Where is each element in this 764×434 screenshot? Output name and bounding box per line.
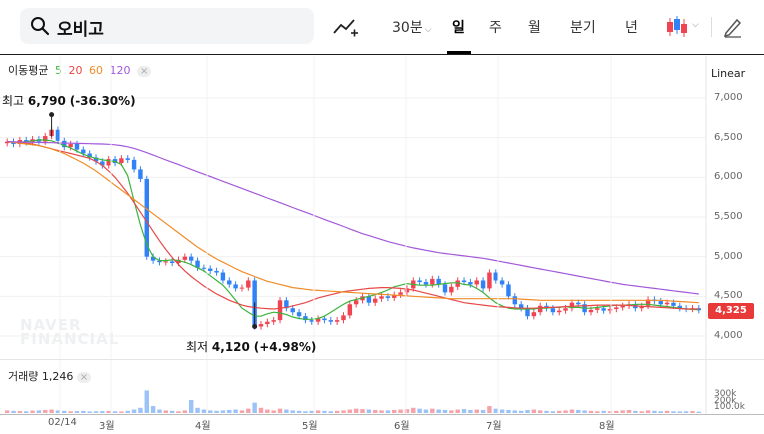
high-marker [49, 112, 55, 118]
candle [601, 308, 606, 311]
candle [671, 302, 676, 306]
candle [265, 321, 270, 325]
candle [480, 280, 486, 289]
candle [658, 301, 663, 305]
candle [588, 309, 594, 313]
candle [214, 270, 219, 273]
y-tick-label: 4,500 [714, 290, 743, 302]
y-tick-label: 6,000 [714, 171, 743, 183]
volume-panel [0, 359, 764, 416]
candle [436, 278, 441, 285]
x-tick-label: 4월 [195, 421, 211, 432]
candle [220, 272, 226, 281]
candle [201, 267, 207, 269]
candle [119, 158, 124, 164]
volume-value: 1,246 [41, 370, 74, 383]
low-annotation: 최저 4,120 (+4.98%) [186, 338, 316, 355]
candle [334, 320, 340, 322]
candle [125, 158, 130, 160]
candle [271, 320, 276, 322]
candle [341, 315, 346, 321]
candle [423, 282, 429, 285]
candle [309, 320, 314, 322]
candle [163, 261, 169, 263]
y-tick-label: 4,000 [714, 330, 743, 341]
high-value: 6,790 [27, 94, 66, 108]
y-tick-label: 7,000 [714, 92, 743, 103]
y-tick-label: 5,500 [714, 211, 743, 222]
candle [258, 324, 264, 327]
candle [474, 280, 479, 285]
candle [328, 320, 334, 322]
candle [385, 296, 391, 298]
candle [620, 305, 625, 308]
candle [550, 308, 556, 313]
volume-legend: 거래량 1,246 × [8, 368, 92, 384]
candle [372, 298, 378, 303]
candle [576, 302, 581, 305]
candle [449, 286, 454, 293]
candle [277, 300, 283, 321]
x-tick-label: 8월 [599, 421, 615, 432]
close-icon[interactable]: × [76, 372, 92, 383]
candle [499, 280, 505, 285]
candle [290, 308, 295, 313]
low-change: (+4.98%) [253, 340, 317, 354]
candle [233, 284, 238, 289]
high-label: 최고 [2, 94, 25, 108]
high-change: (-36.30%) [69, 94, 136, 108]
candle [246, 280, 251, 288]
candle [188, 256, 194, 261]
candle [138, 169, 143, 179]
candle [398, 292, 403, 295]
candle [379, 296, 384, 299]
x-tick-label: 02/14 [48, 417, 77, 428]
x-tick-label: 6월 [394, 421, 410, 432]
low-value: 4,120 [211, 340, 250, 354]
candle [442, 284, 448, 293]
candle [531, 312, 537, 317]
candle [296, 312, 302, 317]
candle [512, 296, 518, 305]
high-annotation: 최고 6,790 (-36.30%) [2, 92, 136, 109]
candle [182, 256, 188, 260]
candle [595, 308, 600, 310]
x-tick-label: 3월 [99, 421, 115, 432]
candle [131, 159, 137, 170]
candle [487, 272, 492, 289]
candle [664, 302, 670, 305]
candle [430, 278, 435, 285]
volume-tick: 100.0k [714, 402, 745, 412]
candle [461, 280, 467, 283]
y-tick-label: 6,500 [714, 131, 743, 143]
candle [614, 307, 619, 310]
candle [468, 282, 473, 285]
candle [353, 300, 359, 305]
candle [537, 305, 543, 313]
candle [227, 280, 232, 285]
y-tick-label: 5,000 [714, 250, 743, 262]
current-price-badge: 4,325 [708, 303, 754, 319]
low-label: 최저 [186, 340, 209, 354]
low-marker [252, 323, 258, 329]
candle [493, 272, 498, 281]
candle [417, 280, 422, 283]
x-tick-label: 5월 [302, 421, 318, 432]
candle [347, 304, 353, 316]
candle [68, 144, 73, 148]
candle [557, 310, 562, 313]
candle [607, 309, 613, 311]
candle [506, 284, 511, 297]
candle [208, 268, 213, 271]
candle [74, 144, 80, 150]
candle [563, 308, 568, 311]
volume-label: 거래량 [8, 370, 39, 383]
candle [55, 129, 61, 141]
candle [169, 261, 175, 264]
candle [239, 287, 245, 289]
x-tick-label: 7월 [486, 421, 502, 432]
candle [322, 318, 327, 321]
